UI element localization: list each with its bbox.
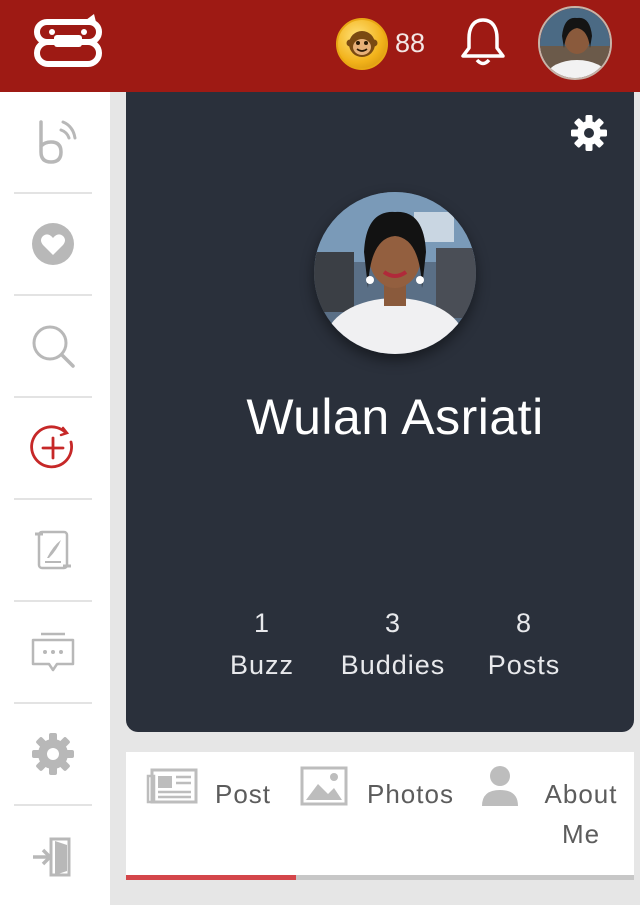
- tab-label: Photos: [367, 779, 454, 809]
- active-tab-indicator: [126, 875, 296, 880]
- stat-buzz[interactable]: 1 Buzz: [212, 602, 312, 686]
- tab-label: About Me: [536, 774, 626, 854]
- sidebar-item-write[interactable]: [14, 500, 92, 602]
- sidebar-item-buzz[interactable]: [14, 92, 92, 194]
- stat-value: 1: [253, 608, 271, 638]
- tab-post[interactable]: Post: [126, 752, 296, 876]
- coin-count: 88: [395, 28, 426, 58]
- settings-icon: [32, 733, 74, 775]
- stat-posts[interactable]: 8 Posts: [474, 602, 574, 686]
- sidebar-item-messages[interactable]: [14, 602, 92, 704]
- stat-value: 8: [515, 608, 533, 638]
- buzz-logo-icon: [39, 120, 77, 164]
- bell-icon[interactable]: [458, 14, 508, 68]
- sidebar-item-favorites[interactable]: [14, 194, 92, 296]
- profile-name: Wulan Asriati: [246, 389, 544, 445]
- newspaper-icon: [146, 768, 198, 804]
- tab-label: Post: [215, 779, 272, 809]
- tab-label-line: About: [544, 779, 618, 809]
- tab-label-line: Me: [561, 819, 601, 849]
- chat-bubble-icon: [31, 632, 75, 672]
- stat-value: 3: [384, 608, 402, 638]
- profile-tabs: Post Photos About Me: [126, 752, 634, 880]
- sidebar-item-logout[interactable]: [14, 806, 92, 905]
- sidebar-item-search[interactable]: [14, 296, 92, 398]
- top-bar: 88: [0, 0, 640, 92]
- search-icon: [32, 325, 75, 368]
- tab-about-me[interactable]: About Me: [468, 752, 634, 876]
- sidebar: [0, 92, 110, 905]
- heart-icon: [32, 223, 74, 265]
- sidebar-item-settings[interactable]: [14, 704, 92, 806]
- logout-icon: [33, 837, 71, 877]
- sidebar-item-create[interactable]: [14, 398, 92, 500]
- image-icon: [300, 766, 348, 806]
- gear-icon[interactable]: [568, 112, 610, 154]
- profile-avatar[interactable]: [314, 192, 476, 354]
- stat-buddies[interactable]: 3 Buddies: [326, 602, 460, 686]
- avatar[interactable]: [538, 6, 612, 80]
- stat-label: Buzz: [229, 650, 295, 680]
- profile-card: Wulan Asriati 1 Buzz 3 Buddies 8 Posts: [126, 92, 634, 732]
- coin-monkey-icon: [346, 31, 378, 57]
- scroll-quill-icon: [35, 530, 71, 570]
- add-circle-icon: [30, 425, 73, 469]
- tab-photos[interactable]: Photos: [296, 752, 468, 876]
- coin-balance-icon[interactable]: [336, 18, 388, 70]
- app-logo-icon[interactable]: [34, 12, 104, 70]
- person-icon: [482, 766, 518, 806]
- stat-label: Buddies: [340, 650, 446, 680]
- stat-label: Posts: [487, 650, 561, 680]
